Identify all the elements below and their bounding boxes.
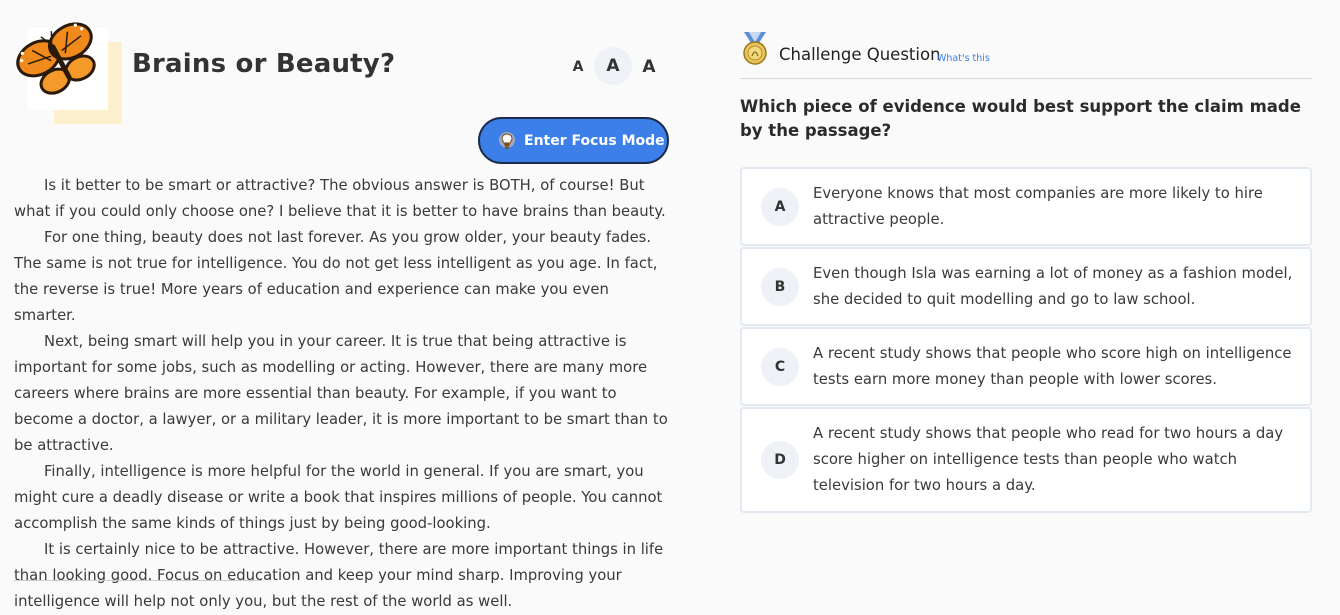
passage-paragraph-3: Next, being smart will help you in your …	[14, 333, 668, 454]
choice-letter: A	[761, 188, 799, 226]
challenge-heading: Challenge Question	[779, 45, 941, 64]
passage-text: Is it better to be smart or attractive? …	[14, 173, 674, 615]
article-title: Brains or Beauty?	[132, 49, 396, 79]
lightbulb-icon	[499, 131, 515, 149]
passage-paragraph-5: It is certainly nice to be attractive. H…	[14, 541, 664, 610]
answer-choice-a[interactable]: A Everyone knows that most companies are…	[740, 167, 1312, 246]
answer-choice-b[interactable]: B Even though Isla was earning a lot of …	[740, 247, 1312, 326]
challenge-panel: Challenge Question What's this Which pie…	[740, 0, 1312, 583]
answer-choice-c[interactable]: C A recent study shows that people who s…	[740, 327, 1312, 406]
choice-text: Even though Isla was earning a lot of mo…	[813, 265, 1293, 308]
choice-text: A recent study shows that people who rea…	[813, 425, 1284, 494]
passage-paragraph-4: Finally, intelligence is more helpful fo…	[14, 463, 663, 532]
choice-letter: B	[761, 268, 799, 306]
enter-focus-mode-button[interactable]: Enter Focus Mode	[478, 117, 669, 164]
font-size-selector: A A A	[562, 46, 670, 86]
answer-choice-d[interactable]: D A recent study shows that people who r…	[740, 407, 1312, 513]
choice-text: Everyone knows that most companies are m…	[813, 185, 1263, 228]
passage-paragraph-1: Is it better to be smart or attractive? …	[14, 177, 666, 220]
font-size-small-button[interactable]: A	[570, 59, 586, 75]
whats-this-link[interactable]: What's this	[937, 53, 990, 64]
choice-letter: D	[761, 441, 799, 479]
focus-mode-label: Enter Focus Mode	[524, 132, 665, 149]
divider	[14, 580, 262, 581]
passage-paragraph-2: For one thing, beauty does not last fore…	[14, 229, 658, 324]
medal-icon	[743, 32, 767, 65]
font-size-medium-button[interactable]: A	[594, 47, 632, 85]
article-panel: Brains or Beauty? A A A Enter Focus Mode…	[0, 0, 690, 610]
article-thumbnail	[14, 14, 122, 124]
font-size-large-button[interactable]: A	[638, 57, 660, 77]
divider	[740, 78, 1312, 79]
choice-letter: C	[761, 348, 799, 386]
choice-text: A recent study shows that people who sco…	[813, 345, 1292, 388]
question-text: Which piece of evidence would best suppo…	[740, 97, 1301, 140]
butterfly-icon	[16, 22, 96, 95]
